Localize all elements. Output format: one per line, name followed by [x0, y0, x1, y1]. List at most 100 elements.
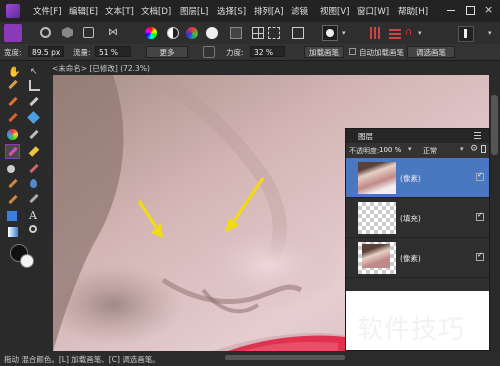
dropdown-arrow-icon-2[interactable]: ▾ — [418, 29, 422, 37]
selection-brush-icon[interactable] — [8, 96, 18, 107]
shape-icon[interactable] — [7, 211, 17, 221]
maximize-icon[interactable] — [466, 6, 475, 15]
fill-icon[interactable] — [27, 111, 40, 124]
tools-panel: ✋ ↖ A — [0, 61, 46, 351]
panel-menu-icon[interactable] — [474, 132, 481, 139]
pressure-icon[interactable] — [203, 46, 215, 58]
dropdown-arrow-icon[interactable]: ▾ — [342, 29, 346, 37]
menu-select[interactable]: 选择[S] — [217, 5, 246, 17]
flow-label: 流量: — [73, 48, 91, 57]
layer-thumbnail-portrait-transparent — [358, 242, 396, 274]
menu-text[interactable]: 文本[T] — [105, 5, 134, 17]
flood-select-icon[interactable] — [8, 112, 18, 123]
brush-tool-icon[interactable] — [29, 129, 39, 140]
force-field[interactable]: 32 % — [250, 46, 285, 57]
snapping-icon[interactable] — [389, 27, 401, 39]
layer-thumbnail-transparent — [358, 202, 396, 234]
settings-gear-icon[interactable]: ⚙ — [470, 144, 478, 154]
layer-row-2[interactable]: (填充) ✓ — [346, 198, 489, 238]
blend-mode-select[interactable]: 正常 — [423, 146, 437, 156]
flow-field[interactable]: 51 % — [95, 46, 131, 57]
eraser-icon[interactable] — [28, 146, 40, 157]
menu-help[interactable]: 帮助[H] — [398, 5, 428, 17]
color-replace-icon[interactable] — [7, 129, 18, 140]
select-brush-button[interactable]: 调选画笔 — [407, 46, 455, 58]
white-balance-icon[interactable] — [206, 27, 218, 39]
share-icon[interactable]: ⋈ — [108, 27, 118, 38]
menu-layer[interactable]: 图层[L] — [180, 5, 208, 17]
layer-row-3[interactable]: (像素) ✓ — [346, 238, 489, 278]
hsl-icon[interactable] — [186, 27, 198, 39]
magnet-icon[interactable]: ∩ — [405, 27, 412, 38]
width-label: 宽度: — [4, 48, 22, 57]
layer-thumbnail-portrait — [358, 162, 396, 194]
photo-persona-icon[interactable] — [4, 24, 22, 42]
layers-panel-title[interactable]: 图层 — [358, 131, 373, 142]
develop-persona-icon[interactable] — [62, 27, 73, 38]
auto-add-label: 自动加载画笔 — [359, 48, 404, 57]
menu-view[interactable]: 视图[V] — [320, 5, 349, 17]
auto-add-checkbox[interactable] — [349, 48, 356, 55]
contrast-icon[interactable] — [167, 27, 179, 39]
width-field[interactable]: 89.5 px — [28, 46, 64, 57]
layers-panel-header: 图层 — [346, 129, 489, 143]
menu-bar: 文件[F] 编辑[E] 文本[T] 文档[D] 图层[L] 选择[S] 排列[A… — [0, 0, 500, 22]
menu-edit[interactable]: 编辑[E] — [69, 5, 98, 17]
layer-row-1[interactable]: (像素) ✓ — [346, 158, 489, 198]
app-logo-icon[interactable] — [6, 4, 20, 18]
selection-icon[interactable] — [268, 27, 280, 39]
smudge-icon[interactable] — [8, 178, 18, 189]
paint-brush-icon[interactable] — [29, 96, 39, 107]
personal-icon[interactable] — [458, 26, 474, 42]
text-icon[interactable]: A — [29, 209, 37, 222]
tone-mapping-icon[interactable] — [83, 27, 94, 38]
document-tab[interactable]: <未命名> [已修改] (72.3%) — [52, 63, 150, 74]
layers-options-row: 不透明度: 100 % ▾ 正常 ▾ ⚙ — [346, 143, 489, 158]
gradient-icon[interactable] — [8, 227, 18, 237]
hand-icon[interactable]: ✋ — [8, 67, 20, 78]
add-brush-button[interactable]: 加载画笔 — [304, 46, 344, 58]
main-toolbar: ⋈ ▾ ∩ ▾ ▾ — [0, 22, 500, 45]
lock-icon[interactable] — [481, 145, 486, 153]
layer-visibility-checkbox[interactable]: ✓ — [476, 171, 484, 181]
menu-file[interactable]: 文件[F] — [33, 5, 62, 17]
watermark-text: 软件技巧 — [357, 315, 466, 345]
dropdown-arrow-icon-3[interactable]: ▾ — [488, 29, 492, 37]
vertical-scrollbar[interactable] — [489, 75, 500, 351]
assistant-grid-icon[interactable] — [370, 27, 382, 39]
horizontal-scrollbar[interactable] — [225, 355, 345, 360]
levels-icon[interactable] — [230, 27, 242, 39]
color-wheel-icon[interactable] — [145, 27, 157, 39]
layer-visibility-checkbox[interactable]: ✓ — [476, 211, 484, 221]
opacity-label: 不透明度: — [349, 147, 380, 155]
marquee-icon[interactable] — [292, 27, 304, 39]
opacity-dropdown-icon[interactable]: ▾ — [408, 145, 412, 153]
eyedropper-icon[interactable] — [8, 79, 18, 90]
close-icon[interactable]: × — [484, 3, 493, 16]
secondary-color-swatch[interactable] — [20, 254, 34, 268]
move-icon[interactable]: ↖ — [30, 67, 38, 77]
zoom-icon[interactable] — [29, 225, 37, 233]
blend-brush-icon[interactable] — [5, 144, 20, 159]
blend-dropdown-icon[interactable]: ▾ — [460, 145, 464, 153]
menu-filters[interactable]: 滤镜 — [291, 5, 308, 17]
status-text: 拖动 混合颜色。[L] 加载画笔、[C] 调选画笔。 — [4, 355, 160, 364]
grid-icon[interactable] — [252, 27, 264, 39]
more-button[interactable]: 更多 — [146, 46, 188, 58]
menu-document[interactable]: 文档[D] — [141, 5, 171, 17]
mask-icon[interactable] — [322, 25, 338, 41]
clone-icon[interactable] — [29, 163, 39, 174]
opacity-value[interactable]: 100 % — [379, 146, 401, 154]
liquify-persona-icon[interactable] — [40, 27, 51, 38]
layer-visibility-checkbox[interactable]: ✓ — [476, 251, 484, 261]
dodge-icon[interactable] — [7, 165, 15, 173]
menu-arrange[interactable]: 排列[A] — [254, 5, 283, 17]
force-label: 力度: — [226, 48, 244, 57]
minimize-icon[interactable] — [447, 10, 455, 11]
layer-name: (像素) — [400, 174, 421, 183]
blur-icon[interactable] — [30, 179, 37, 188]
menu-window[interactable]: 窗口[W] — [357, 5, 389, 17]
crop-icon[interactable] — [29, 80, 40, 91]
pen-icon[interactable] — [29, 193, 39, 204]
patch-icon[interactable] — [8, 194, 18, 205]
